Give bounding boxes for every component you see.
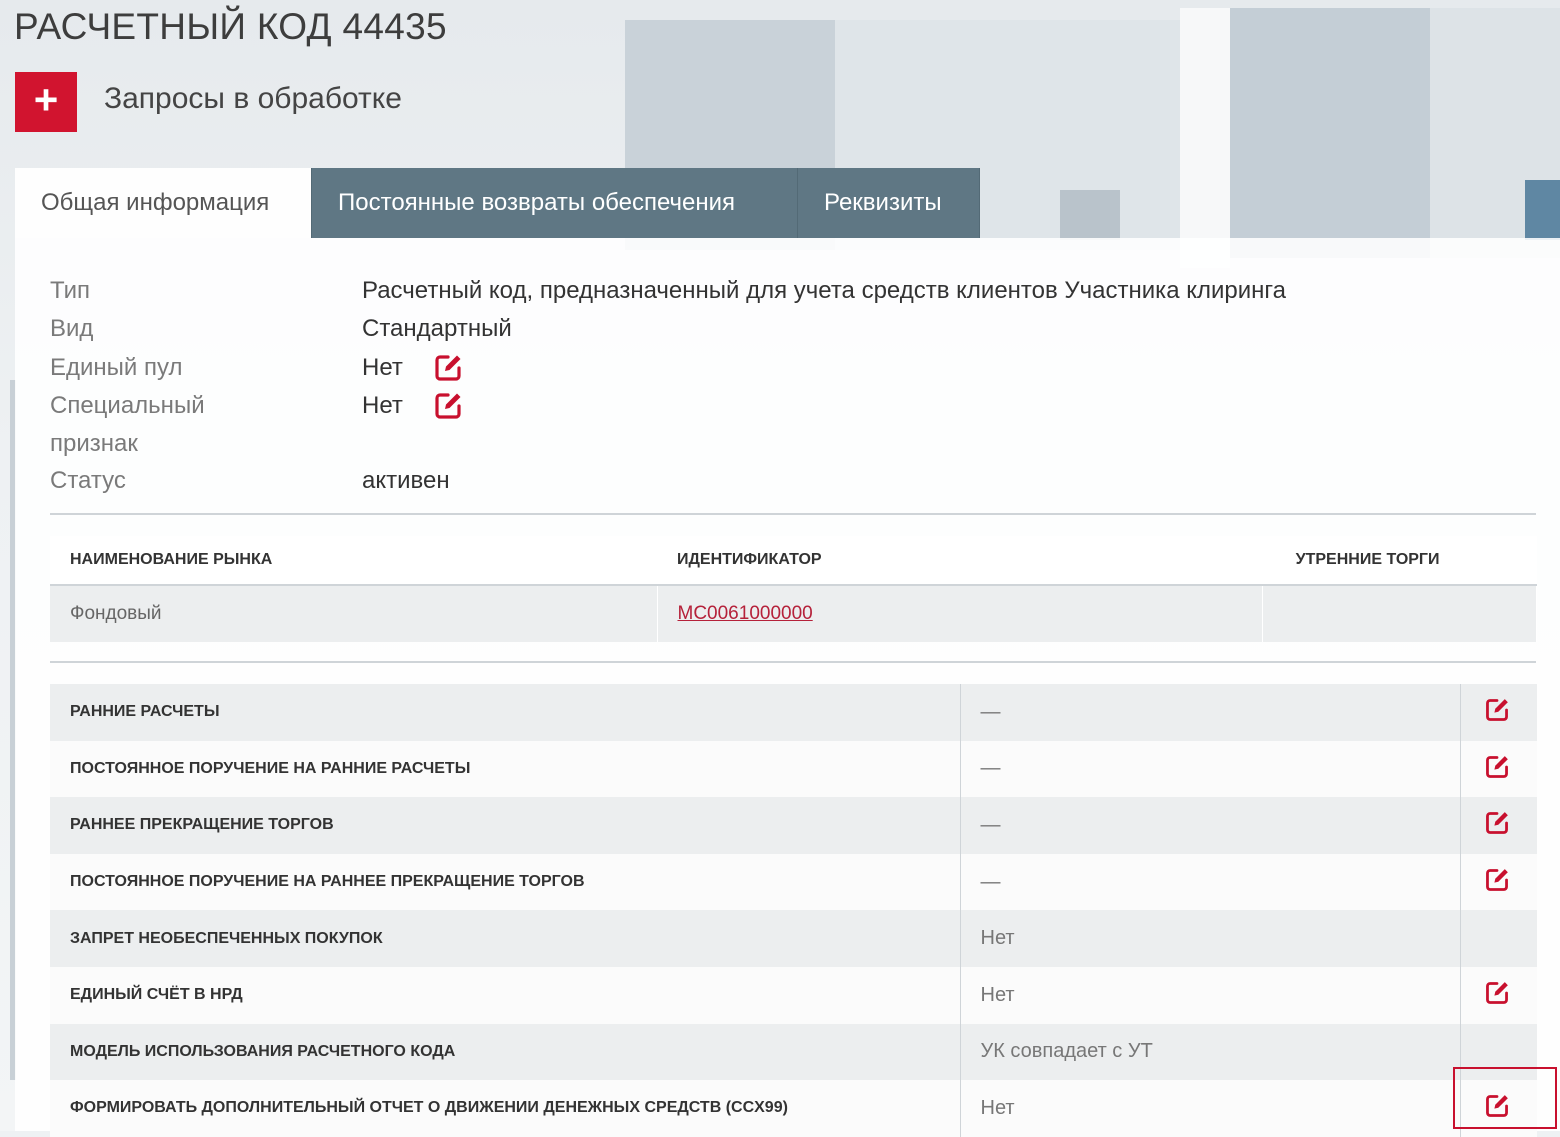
morning-trading-cell bbox=[1262, 585, 1537, 642]
market-name-cell: Фондовый bbox=[50, 585, 658, 642]
settings-row: ПОСТОЯННОЕ ПОРУЧЕНИЕ НА РАННЕЕ ПРЕКРАЩЕН… bbox=[50, 853, 1537, 911]
settings-row: МОДЕЛЬ ИСПОЛЬЗОВАНИЯ РАСЧЕТНОГО КОДА УК с… bbox=[50, 1023, 1537, 1081]
info-label-line: признак bbox=[50, 430, 138, 457]
edit-icon[interactable] bbox=[1484, 867, 1514, 897]
info-value: активен bbox=[362, 467, 450, 494]
setting-action-cell bbox=[1460, 966, 1537, 1024]
info-label: Вид bbox=[50, 315, 94, 342]
setting-name: ЗАПРЕТ НЕОБЕСПЕЧЕННЫХ ПОКУПОК bbox=[50, 910, 960, 967]
setting-name: РАННИЕ РАСЧЕТЫ bbox=[50, 684, 960, 741]
tab-requisites[interactable]: Реквизиты bbox=[798, 168, 980, 238]
edit-icon[interactable] bbox=[433, 353, 463, 383]
market-table: НАИМЕНОВАНИЕ РЫНКА ИДЕНТИФИКАТОР УТРЕННИ… bbox=[50, 536, 1537, 642]
page-title: РАСЧЕТНЫЙ КОД 44435 bbox=[14, 6, 447, 47]
setting-value: — bbox=[959, 740, 1461, 798]
info-label: Тип bbox=[50, 277, 91, 304]
settings-row: РАННИЕ РАСЧЕТЫ — bbox=[50, 684, 1537, 741]
table-row: Фондовый МС0061000000 bbox=[50, 585, 1537, 642]
settings-row: ЕДИНЫЙ СЧЁТ В НРД Нет bbox=[50, 966, 1537, 1024]
column-header: ИДЕНТИФИКАТОР bbox=[657, 536, 1262, 586]
divider bbox=[50, 513, 1536, 515]
setting-name: ФОРМИРОВАТЬ ДОПОЛНИТЕЛЬНЫЙ ОТЧЕТ О ДВИЖЕ… bbox=[50, 1080, 960, 1137]
edit-icon[interactable] bbox=[1484, 810, 1514, 840]
identifier-cell: МС0061000000 bbox=[657, 585, 1263, 642]
setting-name: ЕДИНЫЙ СЧЁТ В НРД bbox=[50, 966, 960, 1024]
settings-table: РАННИЕ РАСЧЕТЫ — ПОСТОЯННОЕ ПОРУЧЕНИЕ НА Р… bbox=[50, 684, 1537, 1137]
info-value: Стандартный bbox=[362, 315, 512, 342]
info-label: Специальный признак bbox=[50, 387, 270, 463]
setting-value: УК совпадает с УТ bbox=[959, 1023, 1461, 1081]
edit-icon[interactable] bbox=[1484, 1093, 1514, 1123]
setting-value: Нет bbox=[959, 910, 1461, 967]
info-label: Статус bbox=[50, 467, 126, 494]
setting-name: ПОСТОЯННОЕ ПОРУЧЕНИЕ НА РАННИЕ РАСЧЕТЫ bbox=[50, 740, 960, 798]
edit-icon[interactable] bbox=[1484, 697, 1514, 727]
setting-value: Нет bbox=[959, 966, 1461, 1024]
info-label: Единый пул bbox=[50, 354, 183, 381]
info-value: Расчетный код, предназначенный для учета… bbox=[362, 277, 1286, 304]
column-header: НАИМЕНОВАНИЕ РЫНКА bbox=[50, 536, 657, 586]
info-label-line: Специальный bbox=[50, 392, 205, 419]
setting-name: МОДЕЛЬ ИСПОЛЬЗОВАНИЯ РАСЧЕТНОГО КОДА bbox=[50, 1023, 960, 1081]
setting-action-cell bbox=[1460, 740, 1537, 798]
tab-bar: Общая информация Постоянные возвраты обе… bbox=[15, 168, 980, 238]
add-request-button[interactable]: + bbox=[15, 72, 77, 132]
info-value: Нет bbox=[362, 354, 403, 381]
requests-in-progress-label: Запросы в обработке bbox=[104, 82, 402, 115]
setting-value: — bbox=[959, 797, 1461, 854]
setting-action-cell bbox=[1460, 1023, 1537, 1081]
settings-row: РАННЕЕ ПРЕКРАЩЕНИЕ ТОРГОВ — bbox=[50, 797, 1537, 854]
settings-row: ЗАПРЕТ НЕОБЕСПЕЧЕННЫХ ПОКУПОК Нет bbox=[50, 910, 1537, 967]
edit-icon[interactable] bbox=[1484, 980, 1514, 1010]
setting-action-cell bbox=[1460, 684, 1537, 741]
settings-row: ПОСТОЯННОЕ ПОРУЧЕНИЕ НА РАННИЕ РАСЧЕТЫ — bbox=[50, 740, 1537, 798]
identifier-link[interactable]: МС0061000000 bbox=[678, 603, 813, 624]
setting-action-cell bbox=[1460, 910, 1537, 967]
edit-icon[interactable] bbox=[1484, 754, 1514, 784]
settings-row: ФОРМИРОВАТЬ ДОПОЛНИТЕЛЬНЫЙ ОТЧЕТ О ДВИЖЕ… bbox=[50, 1080, 1537, 1137]
plus-icon: + bbox=[33, 76, 59, 123]
setting-action-cell bbox=[1460, 853, 1537, 911]
setting-value: — bbox=[959, 684, 1461, 741]
tab-general-info[interactable]: Общая информация bbox=[15, 168, 312, 238]
divider bbox=[50, 661, 1536, 663]
tab-collateral-returns[interactable]: Постоянные возвраты обеспечения bbox=[312, 168, 798, 238]
info-value: Нет bbox=[362, 392, 403, 419]
setting-value: — bbox=[959, 853, 1461, 911]
setting-value: Нет bbox=[959, 1080, 1461, 1137]
edit-icon[interactable] bbox=[433, 391, 463, 421]
setting-name: ПОСТОЯННОЕ ПОРУЧЕНИЕ НА РАННЕЕ ПРЕКРАЩЕН… bbox=[50, 853, 960, 911]
table-header-row: НАИМЕНОВАНИЕ РЫНКА ИДЕНТИФИКАТОР УТРЕННИ… bbox=[50, 536, 1537, 586]
setting-action-cell bbox=[1460, 1080, 1537, 1137]
setting-name: РАННЕЕ ПРЕКРАЩЕНИЕ ТОРГОВ bbox=[50, 797, 960, 854]
column-header: УТРЕННИЕ ТОРГИ bbox=[1262, 536, 1537, 586]
setting-action-cell bbox=[1460, 797, 1537, 854]
